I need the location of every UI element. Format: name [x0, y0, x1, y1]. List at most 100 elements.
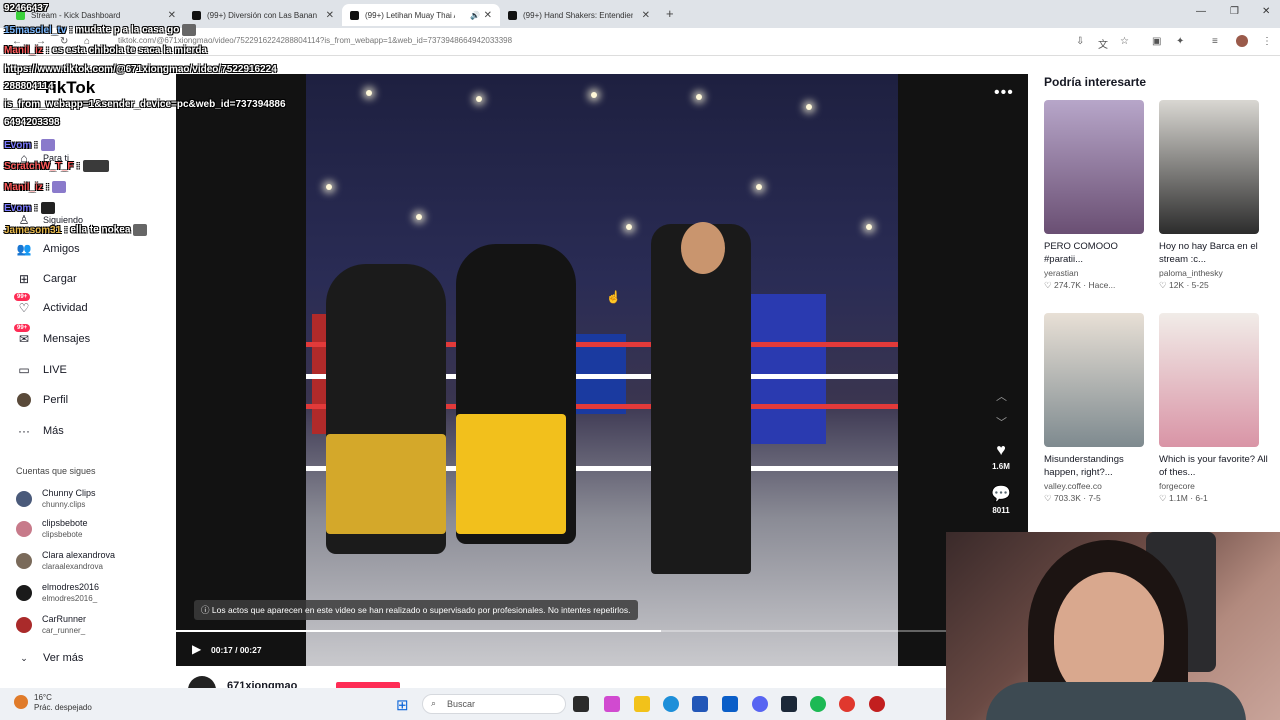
- extension-icon[interactable]: ▣: [1152, 36, 1161, 47]
- weather-sun-icon: [14, 695, 28, 709]
- sidebar-item-perfil[interactable]: Perfil: [16, 392, 68, 408]
- video-author[interactable]: paloma_inthesky: [1159, 268, 1259, 278]
- recommended-video-card[interactable]: Hoy no hay Barca en el stream :c... palo…: [1159, 100, 1259, 291]
- chat-message: : es esta chibola te saca la mierda: [45, 45, 208, 56]
- video-thumbnail[interactable]: [1159, 313, 1259, 447]
- profile-avatar[interactable]: [1236, 35, 1248, 47]
- sidebar-item-live[interactable]: ▭ LIVE: [16, 362, 67, 378]
- next-video-icon[interactable]: ﹀: [996, 414, 1007, 430]
- recommended-video-card[interactable]: Which is your favorite? All of thes... f…: [1159, 313, 1268, 504]
- video-frame[interactable]: [306, 74, 898, 666]
- sidebar-item-actividad[interactable]: ♡ 99+ Actividad: [14, 293, 88, 316]
- close-window-icon[interactable]: ✕: [1262, 6, 1270, 17]
- chat-user: Manil_iz: [4, 181, 43, 193]
- account-name: Clara alexandrova: [42, 550, 116, 560]
- video-caption[interactable]: Hoy no hay Barca en el stream :c...: [1159, 240, 1269, 266]
- edge-icon[interactable]: [663, 696, 679, 712]
- followed-account[interactable]: clipsbebote clipsbebote: [16, 518, 88, 540]
- video-author[interactable]: forgecore: [1159, 481, 1259, 491]
- sidebar-item-label: Cargar: [43, 273, 77, 285]
- video-thumbnail[interactable]: [1044, 313, 1144, 447]
- account-handle: clipsbebote: [42, 530, 83, 539]
- video-caption[interactable]: Misunderstandings happen, right?...: [1044, 453, 1154, 479]
- chat-line: 92466437: [4, 3, 49, 14]
- emote-icon: [182, 24, 197, 36]
- new-tab-icon[interactable]: +: [666, 6, 674, 21]
- taskbar-search[interactable]: ⌕ Buscar: [422, 694, 566, 714]
- fighter-shorts: [326, 434, 446, 534]
- sidebar-item-cargar[interactable]: ⊞ Cargar: [16, 271, 77, 287]
- video-progress-bar[interactable]: [176, 630, 946, 632]
- play-icon[interactable]: ▶: [192, 642, 201, 656]
- video-caption[interactable]: PERO COMOOO #paratii...: [1044, 240, 1154, 266]
- copilot-icon[interactable]: [604, 696, 620, 712]
- close-tab-icon[interactable]: ✕: [642, 10, 650, 21]
- outlook-icon[interactable]: [722, 696, 738, 712]
- browser-tab[interactable]: (99+) Hand Shakers: Entendien ✕: [500, 4, 658, 26]
- account-name: clipsbebote: [42, 518, 88, 528]
- chat-line: 288804114: [4, 81, 54, 92]
- comment-count: 8011: [992, 506, 1010, 515]
- video-thumbnail[interactable]: [1159, 100, 1259, 234]
- audio-playing-icon[interactable]: 🔊: [470, 11, 480, 20]
- restore-icon[interactable]: ❐: [1230, 6, 1239, 17]
- file-explorer-icon[interactable]: [634, 696, 650, 712]
- video-caption[interactable]: Which is your favorite? All of thes...: [1159, 453, 1269, 479]
- windows-start-icon[interactable]: ⊞: [396, 696, 412, 714]
- task-view-icon[interactable]: [573, 696, 589, 712]
- video-player[interactable]: ••• ︿ ﹀ ♥ 1.6M 💬 8011 ⓘ Los actos que ap…: [176, 74, 1028, 666]
- previous-video-icon[interactable]: ︿: [996, 388, 1007, 404]
- video-author[interactable]: valley.coffee.co: [1044, 481, 1144, 491]
- like-button[interactable]: ♥ 1.6M: [986, 442, 1016, 471]
- store-icon[interactable]: [692, 696, 708, 712]
- video-author[interactable]: yerastian: [1044, 268, 1144, 278]
- close-tab-icon[interactable]: ✕: [484, 10, 492, 21]
- close-tab-icon[interactable]: ✕: [326, 10, 334, 21]
- fighter-shorts: [456, 414, 566, 534]
- tab-label: (99+) Diversión con Las Bananas: [207, 10, 317, 20]
- account-handle: claraalexandrova: [42, 562, 103, 571]
- sidebar-item-amigos[interactable]: 👥 Amigos: [16, 241, 80, 257]
- weather-widget[interactable]: 16°C Prác. despejado: [14, 693, 92, 713]
- bookmark-star-icon[interactable]: ☆: [1120, 36, 1129, 47]
- media-control-icon[interactable]: ≡: [1212, 36, 1218, 47]
- followed-account[interactable]: Chunny Clips chunny.clips: [16, 488, 96, 510]
- chat-line: 6494203398: [4, 117, 60, 128]
- chrome-icon[interactable]: [839, 696, 855, 712]
- discord-icon[interactable]: [752, 696, 768, 712]
- followed-account[interactable]: CarRunner car_runner_: [16, 614, 86, 636]
- browser-tab[interactable]: (99+) Diversión con Las Bananas ✕: [184, 4, 342, 26]
- recommended-video-card[interactable]: PERO COMOOO #paratii... yerastian ♡ 274.…: [1044, 100, 1144, 291]
- steam-icon[interactable]: [781, 696, 797, 712]
- more-options-icon[interactable]: •••: [994, 84, 1014, 102]
- chat-user: 92466437: [4, 3, 49, 14]
- translate-icon[interactable]: 文: [1098, 36, 1108, 51]
- close-tab-icon[interactable]: ✕: [168, 10, 176, 21]
- see-more-button[interactable]: ⌄ Ver más: [16, 650, 83, 666]
- emote-icon: [82, 160, 109, 172]
- install-app-icon[interactable]: ⇩: [1076, 36, 1084, 47]
- sidebar-item-mas[interactable]: ··· Más: [16, 423, 64, 439]
- puzzle-icon[interactable]: ✦: [1176, 36, 1184, 47]
- sidebar-item-mensajes[interactable]: ✉ 99+ Mensajes: [14, 324, 90, 347]
- browser-tab-active[interactable]: (99+) Letihan Muay Thai An 🔊 ✕: [342, 4, 500, 26]
- chat-message: :: [76, 160, 80, 172]
- recommended-video-card[interactable]: Misunderstandings happen, right?... vall…: [1044, 313, 1144, 504]
- chat-message: :: [45, 181, 50, 193]
- avatar: [16, 521, 32, 537]
- app-icon[interactable]: [869, 696, 885, 712]
- tiktok-favicon-icon: [508, 10, 517, 20]
- sidebar-item-label: LIVE: [43, 364, 67, 376]
- comment-button[interactable]: 💬 8011: [986, 484, 1016, 515]
- stage-light: [866, 224, 872, 230]
- url-field[interactable]: tiktok.com/@671xiongmao/video/7522916224…: [118, 36, 512, 45]
- followed-account[interactable]: Clara alexandrova claraalexandrova: [16, 550, 115, 572]
- spotify-icon[interactable]: [810, 696, 826, 712]
- activity-icon: ♡ 99+: [14, 293, 32, 316]
- video-thumbnail[interactable]: [1044, 100, 1144, 234]
- followed-account[interactable]: elmodres2016 elmodres2016_: [16, 582, 99, 604]
- menu-kebab-icon[interactable]: ⋮: [1262, 36, 1272, 47]
- stage-light: [696, 94, 702, 100]
- minimize-icon[interactable]: —: [1196, 6, 1206, 17]
- recommendations-title: Podría interesarte: [1044, 75, 1147, 89]
